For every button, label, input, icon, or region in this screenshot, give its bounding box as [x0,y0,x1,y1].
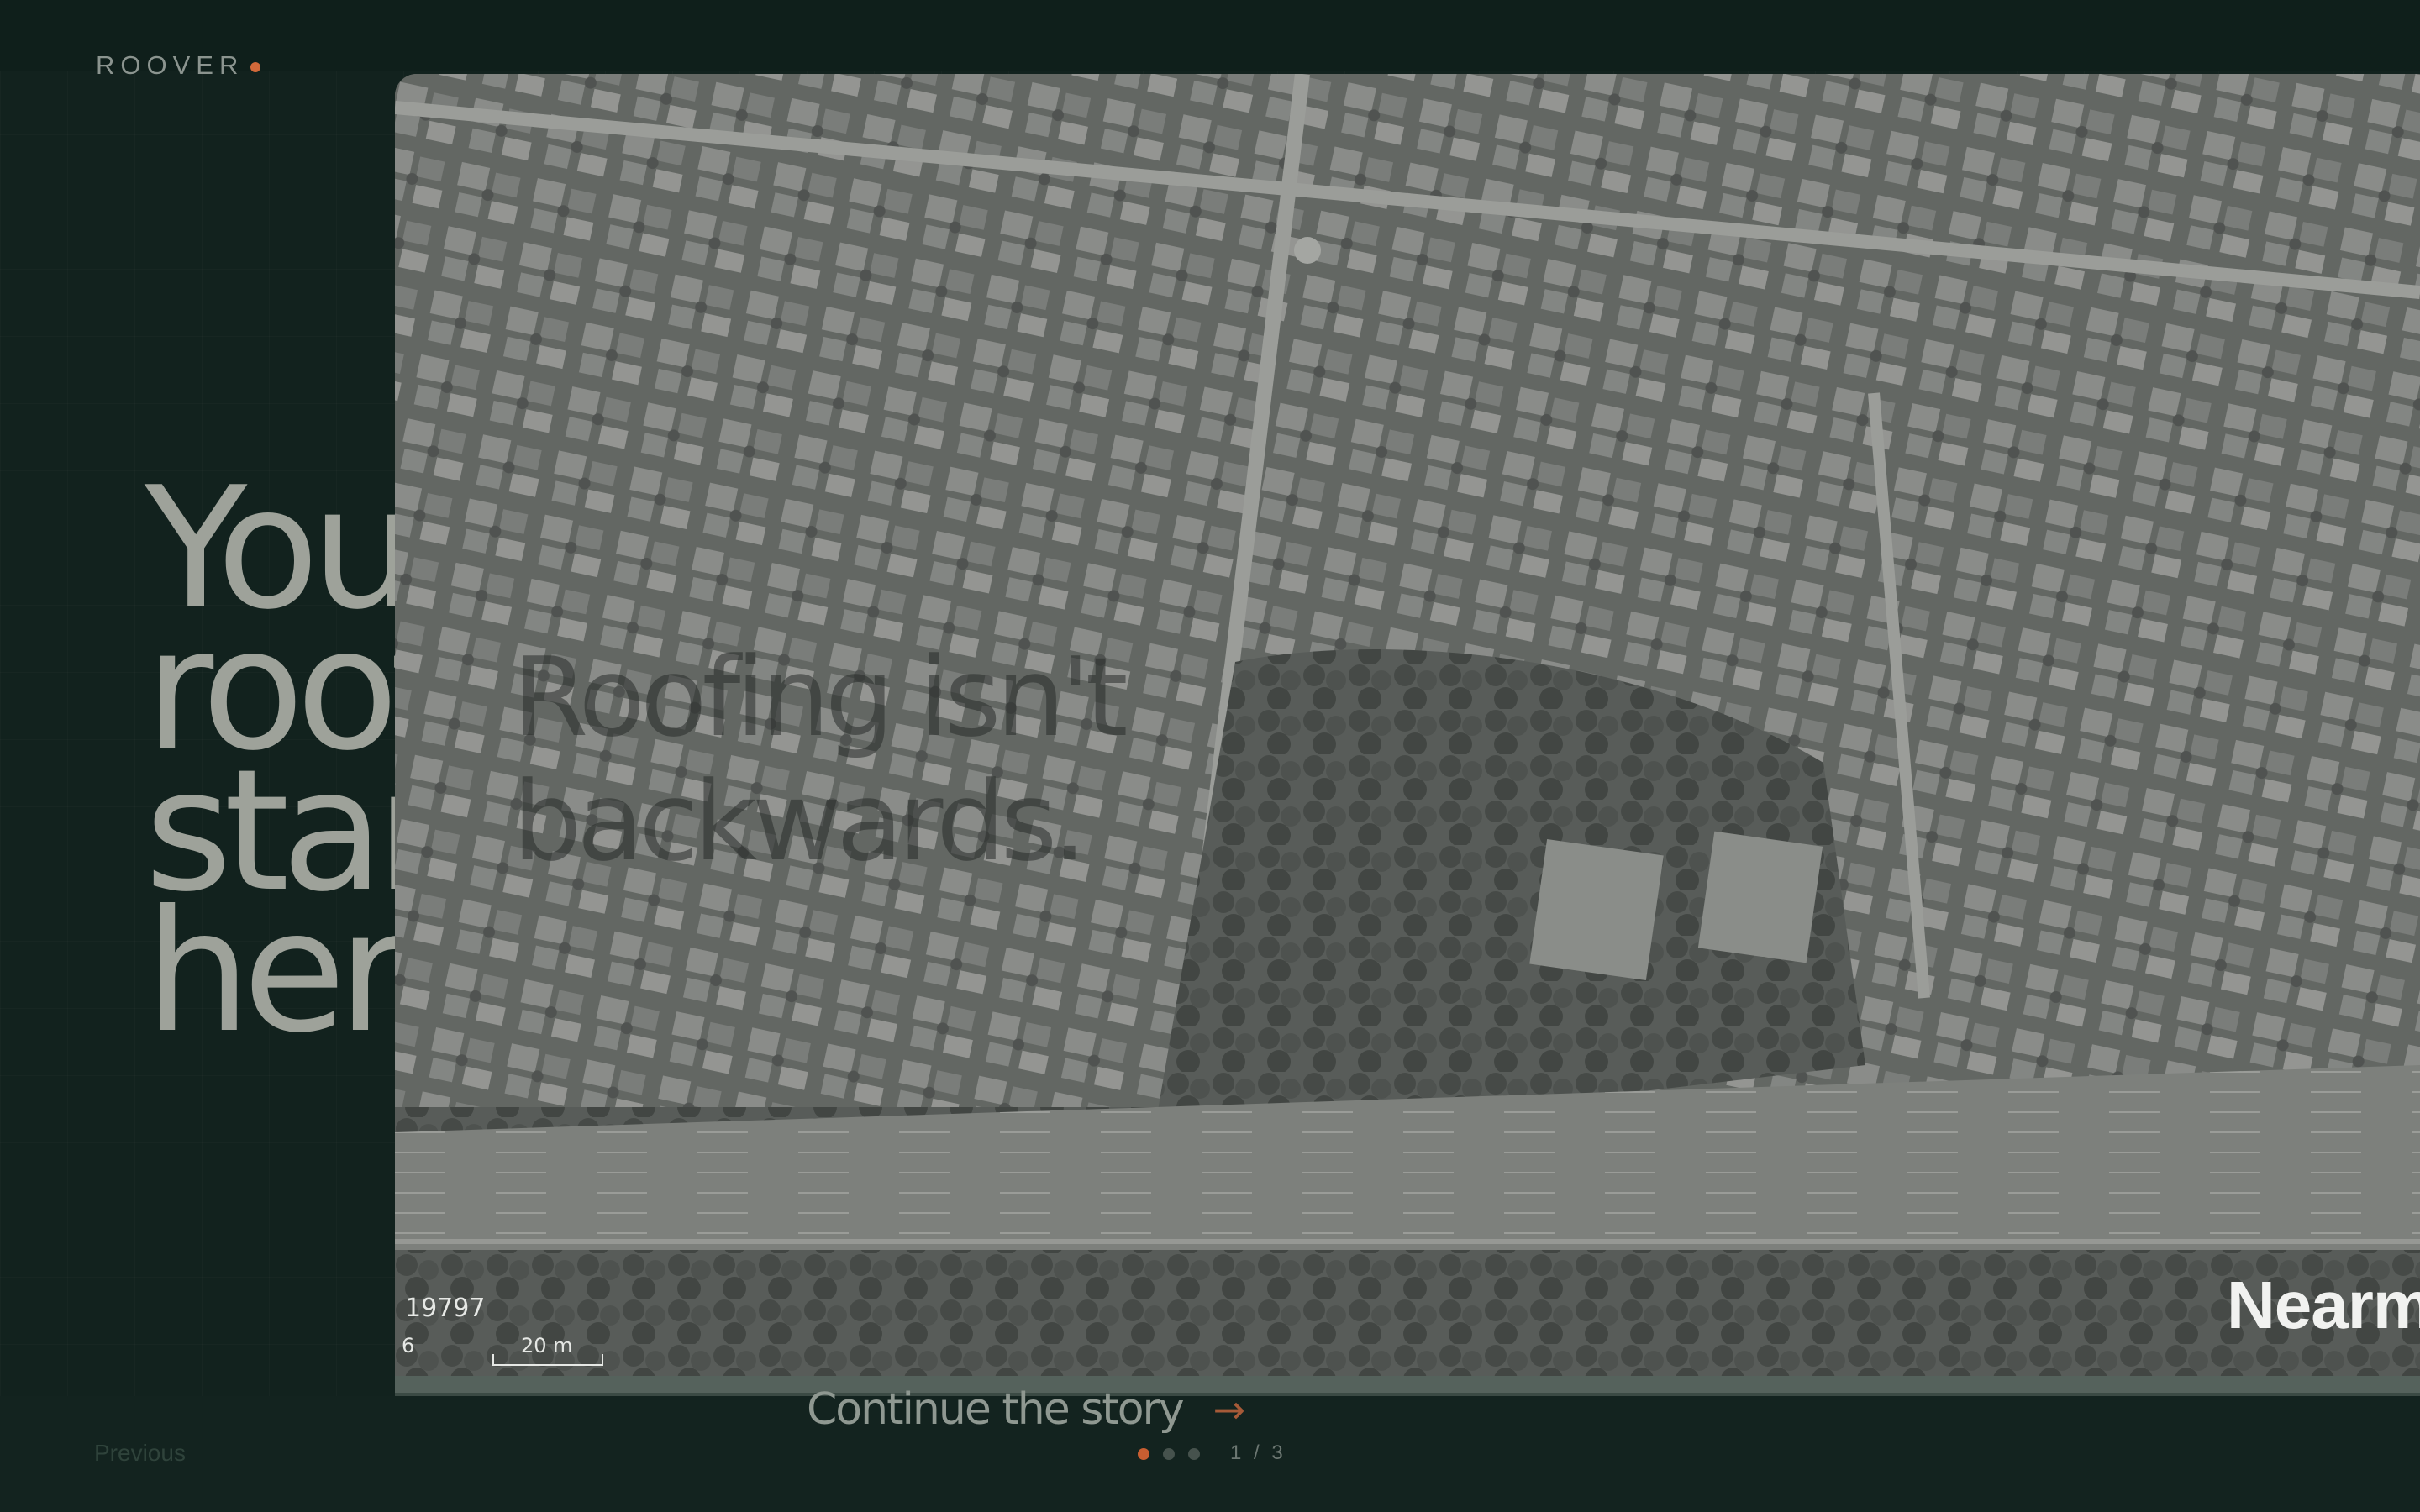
scale-bar [492,1354,603,1366]
logo-dot-icon [250,62,261,72]
aerial-photo-card: Roofing isn't backwards. 19797 6 20 m Ne… [395,74,2420,1438]
roover-logo[interactable]: ROOVER [96,49,261,82]
scale-small-label: 6 [402,1334,415,1357]
continue-label: Continue the story [807,1384,1185,1435]
overlay-line-1: Roofing isn't [513,633,1128,761]
card-overlay-heading: Roofing isn't backwards. [513,633,1128,885]
imagery-provider-logo: Nearm [2227,1268,2420,1342]
top-bar [0,0,2420,71]
continue-story-button[interactable]: Continue the story → [807,1374,1246,1445]
pagination-dot-3[interactable] [1188,1448,1200,1460]
pagination-dot-2[interactable] [1163,1448,1175,1460]
previous-button[interactable]: Previous [94,1440,186,1467]
overlay-line-2: backwards. [513,758,1087,885]
slide-counter: 1 / 3 [1230,1441,1286,1464]
arrow-right-icon: → [1213,1387,1246,1432]
pagination-dot-1[interactable] [1138,1448,1150,1460]
logo-text: ROOVER [96,50,245,80]
slide-pagination-dots [1138,1448,1200,1460]
imagery-date-stamp: 19797 [405,1294,486,1323]
